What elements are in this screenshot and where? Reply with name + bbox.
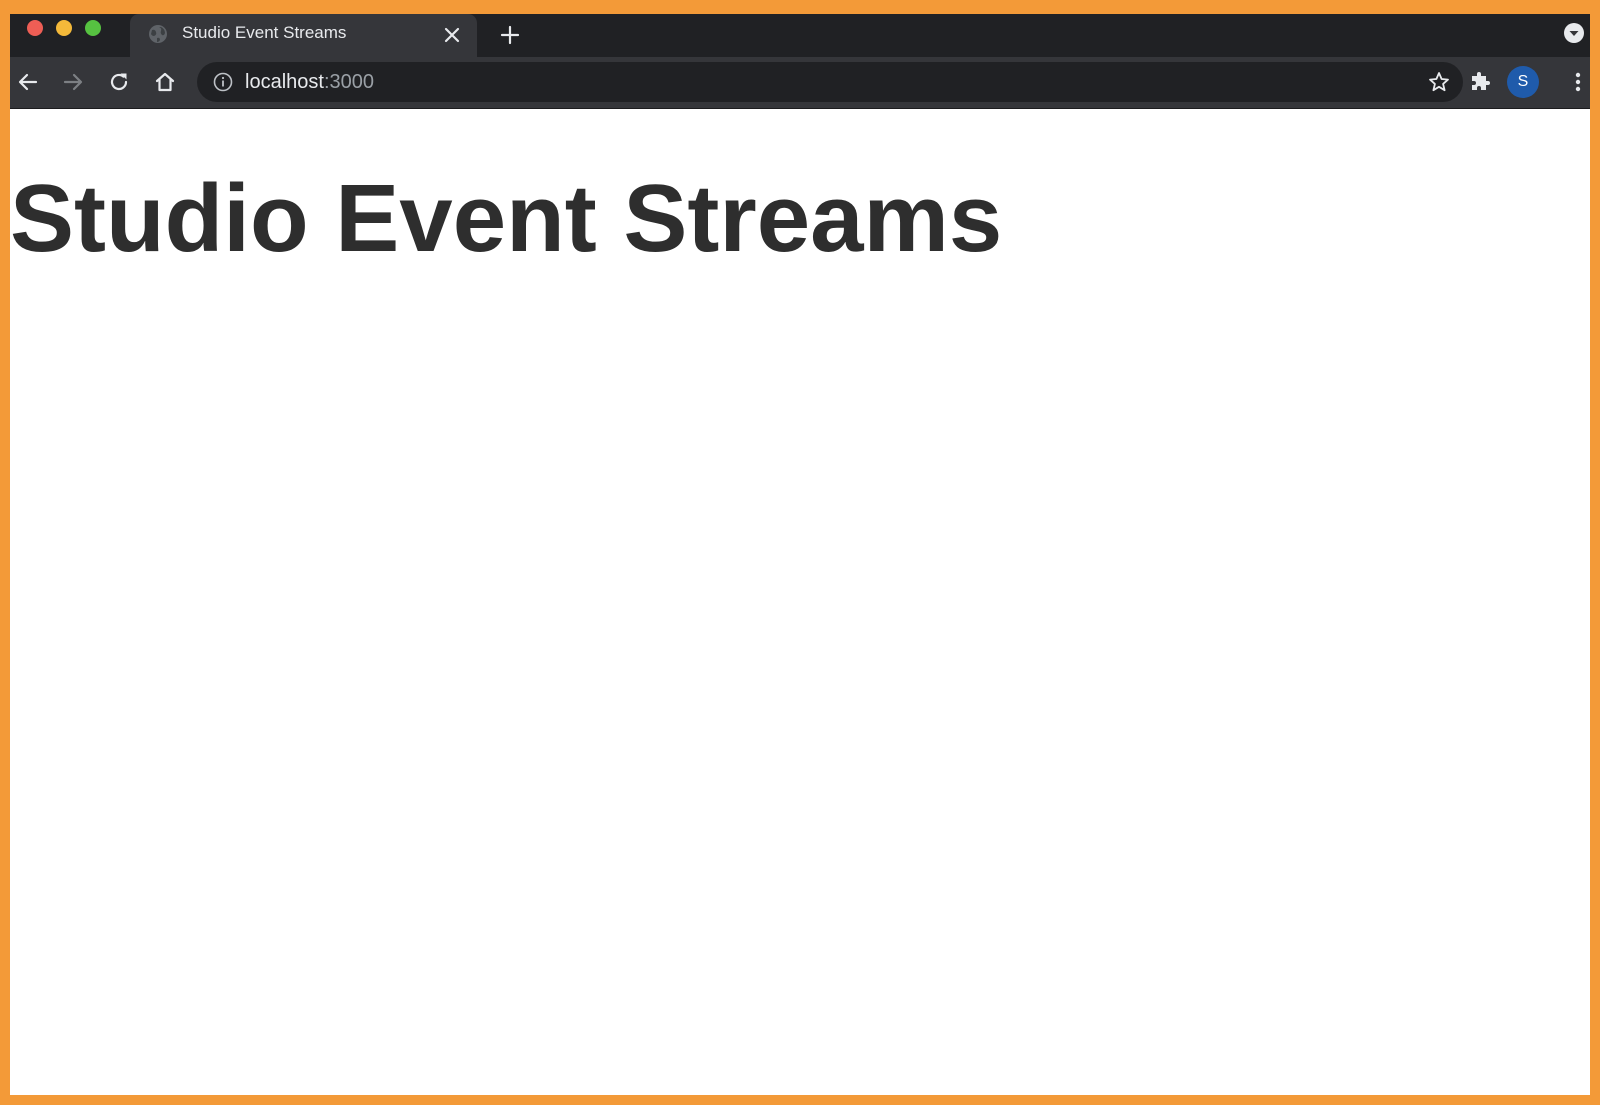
tab-title: Studio Event Streams [182, 23, 347, 42]
page-viewport: Studio Event Streams [10, 109, 1590, 1095]
url-host: localhost [245, 71, 324, 93]
arrow-right-icon[interactable] [61, 70, 85, 94]
browser-toolbar: localhost:3000 S [10, 57, 1590, 109]
browser-window: Studio Event Streams localhost:3000 S St… [10, 14, 1590, 1095]
active-tab[interactable]: Studio Event Streams [130, 14, 477, 57]
profile-avatar[interactable]: S [1507, 66, 1539, 98]
url-text: localhost:3000 [245, 71, 374, 94]
puzzle-icon[interactable] [1468, 70, 1492, 94]
maximize-window-button[interactable] [85, 20, 101, 36]
chevron-down-icon[interactable] [1563, 22, 1585, 44]
address-bar[interactable]: localhost:3000 [197, 62, 1463, 102]
minimize-window-button[interactable] [56, 20, 72, 36]
url-port: :3000 [323, 71, 374, 93]
close-icon[interactable] [442, 25, 462, 45]
close-window-button[interactable] [27, 20, 43, 36]
globe-icon [149, 25, 167, 43]
tab-strip: Studio Event Streams [10, 14, 1590, 57]
plus-icon[interactable] [498, 23, 522, 47]
reload-icon[interactable] [107, 70, 131, 94]
kebab-menu-icon[interactable] [1571, 70, 1585, 94]
star-icon[interactable] [1427, 70, 1451, 94]
info-icon[interactable] [213, 72, 233, 92]
home-icon[interactable] [153, 70, 177, 94]
page-title: Studio Event Streams [10, 165, 1003, 272]
arrow-left-icon[interactable] [16, 70, 40, 94]
